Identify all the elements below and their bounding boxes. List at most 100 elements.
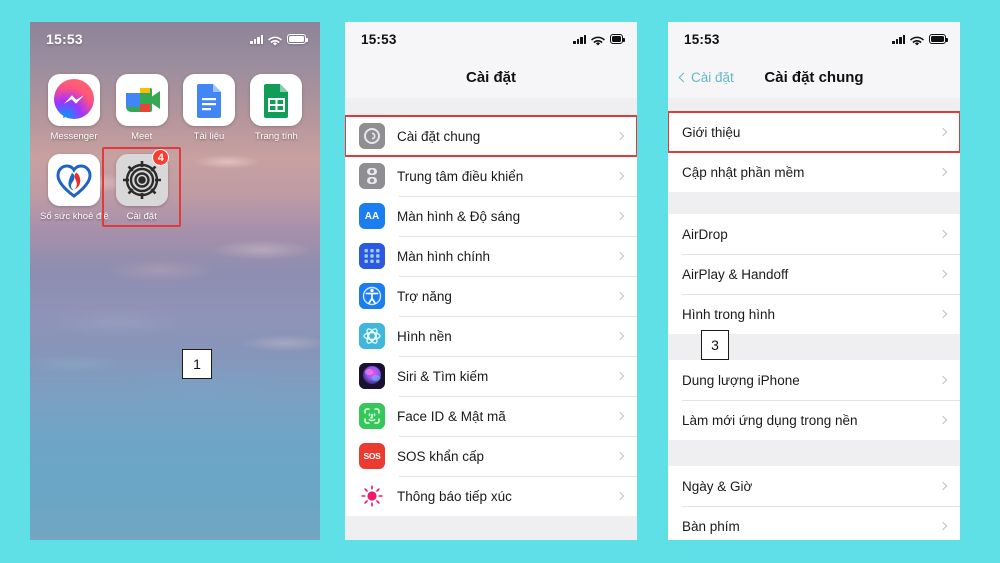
chevron-right-icon <box>938 127 948 137</box>
phone-home-screen: 15:53 Messenger Meet Tài liệu Trang tính… <box>30 22 320 540</box>
app-label: Tài liệu <box>193 131 225 142</box>
settings-row-label: Trợ năng <box>397 288 452 304</box>
cellular-signal-icon <box>892 34 905 44</box>
battery-icon <box>929 34 949 44</box>
sos-icon: SOS <box>359 443 385 469</box>
settings-row-exposure-notification[interactable]: Thông báo tiếp xúc <box>345 476 637 516</box>
app-settings[interactable]: 4 Cài đặt <box>101 147 182 227</box>
chevron-right-icon <box>615 371 625 381</box>
battery-icon <box>610 34 626 44</box>
settings-row-background-app-refresh[interactable]: Làm mới ứng dụng trong nền <box>668 400 960 440</box>
settings-row-about[interactable]: Giới thiệu <box>668 111 960 153</box>
general-settings-list[interactable]: Giới thiệu Cập nhật phần mềm AirDrop Air… <box>668 98 960 540</box>
settings-row-label: Bàn phím <box>682 518 740 534</box>
settings-group: Cài đặt chung Trung tâm điều khiển AA Mà… <box>345 115 637 516</box>
settings-row-display[interactable]: AA Màn hình & Độ sáng <box>345 196 637 236</box>
phone-general-settings: 15:53 Cài đặt Cài đặt chung Giới thiệu C… <box>668 22 960 540</box>
settings-row-home-screen[interactable]: Màn hình chính <box>345 236 637 276</box>
phone-settings-list: 15:53 Cài đặt Cài đặt chung Trung tâm đi… <box>345 22 637 540</box>
screenshot-canvas: 15:53 Messenger Meet Tài liệu Trang tính… <box>0 0 1000 563</box>
settings-group-datetime: Ngày & Giờ Bàn phím <box>668 466 960 540</box>
app-label: Meet <box>131 131 153 142</box>
chevron-right-icon <box>938 481 948 491</box>
status-bar: 15:53 <box>345 22 637 56</box>
settings-row-airplay-handoff[interactable]: AirPlay & Handoff <box>668 254 960 294</box>
google-sheets-icon <box>250 74 303 126</box>
app-label: Trang tính <box>254 131 298 142</box>
settings-row-label: AirDrop <box>682 226 728 242</box>
general-settings-icon <box>359 123 385 149</box>
settings-row-date-time[interactable]: Ngày & Giờ <box>668 466 960 506</box>
settings-row-label: Làm mới ứng dụng trong nền <box>682 412 858 428</box>
navigation-bar: Cài đặt Cài đặt chung <box>668 56 960 98</box>
battery-icon <box>287 34 309 44</box>
chevron-right-icon <box>615 411 625 421</box>
wallpaper-icon <box>359 323 385 349</box>
app-grid: Messenger Meet Tài liệu Trang tính Sổ sứ… <box>30 56 320 227</box>
settings-row-accessibility[interactable]: Trợ năng <box>345 276 637 316</box>
chevron-right-icon <box>938 269 948 279</box>
app-label: Messenger <box>50 131 98 142</box>
settings-list[interactable]: Cài đặt chung Trung tâm điều khiển AA Mà… <box>345 98 637 540</box>
face-id-icon <box>359 403 385 429</box>
chevron-right-icon <box>615 331 625 341</box>
app-health[interactable]: Sổ sức khoẻ điện tử <box>40 154 108 222</box>
chevron-right-icon <box>615 211 625 221</box>
settings-group-sharing: AirDrop AirPlay & Handoff Hình trong hìn… <box>668 214 960 334</box>
settings-row-wallpaper[interactable]: Hình nền <box>345 316 637 356</box>
health-heart-icon <box>48 154 100 206</box>
settings-row-sos[interactable]: SOS SOS khẩn cấp <box>345 436 637 476</box>
navigation-bar: Cài đặt <box>345 56 637 98</box>
app-docs[interactable]: Tài liệu <box>175 74 242 142</box>
chevron-right-icon <box>615 251 625 261</box>
exposure-notification-icon <box>359 483 385 509</box>
list-gap <box>345 98 637 116</box>
notification-badge: 4 <box>152 149 170 166</box>
status-bar-time: 15:53 <box>46 31 83 47</box>
app-meet[interactable]: Meet <box>108 74 175 142</box>
settings-row-picture-in-picture[interactable]: Hình trong hình <box>668 294 960 334</box>
control-center-icon <box>359 163 385 189</box>
app-sheets[interactable]: Trang tính <box>243 74 310 142</box>
app-label: Sổ sức khoẻ điện tử <box>40 211 108 222</box>
chevron-left-icon <box>678 72 689 82</box>
settings-row-label: Trung tâm điều khiển <box>397 168 524 184</box>
settings-row-label: Thông báo tiếp xúc <box>397 488 512 504</box>
settings-row-control-center[interactable]: Trung tâm điều khiển <box>345 156 637 196</box>
settings-row-keyboard[interactable]: Bàn phím <box>668 506 960 540</box>
status-bar-time: 15:53 <box>684 31 720 47</box>
status-bar: 15:53 <box>668 22 960 56</box>
chevron-right-icon <box>615 171 625 181</box>
chevron-right-icon <box>938 309 948 319</box>
settings-row-label: Giới thiệu <box>682 124 741 140</box>
wifi-icon <box>591 34 605 46</box>
settings-row-iphone-storage[interactable]: Dung lượng iPhone <box>668 360 960 400</box>
settings-row-label: Màn hình & Độ sáng <box>397 208 521 224</box>
status-bar-time: 15:53 <box>361 31 397 47</box>
settings-row-label: Hình nền <box>397 328 452 344</box>
chevron-right-icon <box>938 229 948 239</box>
chevron-right-icon <box>938 415 948 425</box>
app-messenger[interactable]: Messenger <box>40 74 108 142</box>
accessibility-icon <box>359 283 385 309</box>
settings-row-label: Màn hình chính <box>397 248 491 264</box>
messenger-icon <box>48 74 100 126</box>
settings-row-software-update[interactable]: Cập nhật phần mềm <box>668 152 960 192</box>
back-button[interactable]: Cài đặt <box>678 70 734 85</box>
google-docs-icon <box>182 74 235 126</box>
settings-row-airdrop[interactable]: AirDrop <box>668 214 960 254</box>
settings-row-label: SOS khẩn cấp <box>397 448 485 464</box>
settings-row-siri[interactable]: Siri & Tìm kiếm <box>345 356 637 396</box>
page-title: Cài đặt <box>465 68 516 86</box>
settings-row-label: Siri & Tìm kiếm <box>397 368 489 384</box>
settings-group-about: Giới thiệu Cập nhật phần mềm <box>668 111 960 192</box>
settings-row-faceid[interactable]: Face ID & Mật mã <box>345 396 637 436</box>
settings-row-label: Face ID & Mật mã <box>397 408 506 424</box>
cellular-signal-icon <box>573 34 586 44</box>
list-gap <box>668 98 960 112</box>
settings-row-general[interactable]: Cài đặt chung <box>345 115 637 157</box>
list-gap <box>668 192 960 214</box>
step-marker-3: 3 <box>701 330 729 360</box>
display-brightness-icon: AA <box>359 203 385 229</box>
settings-row-label: Hình trong hình <box>682 306 776 322</box>
